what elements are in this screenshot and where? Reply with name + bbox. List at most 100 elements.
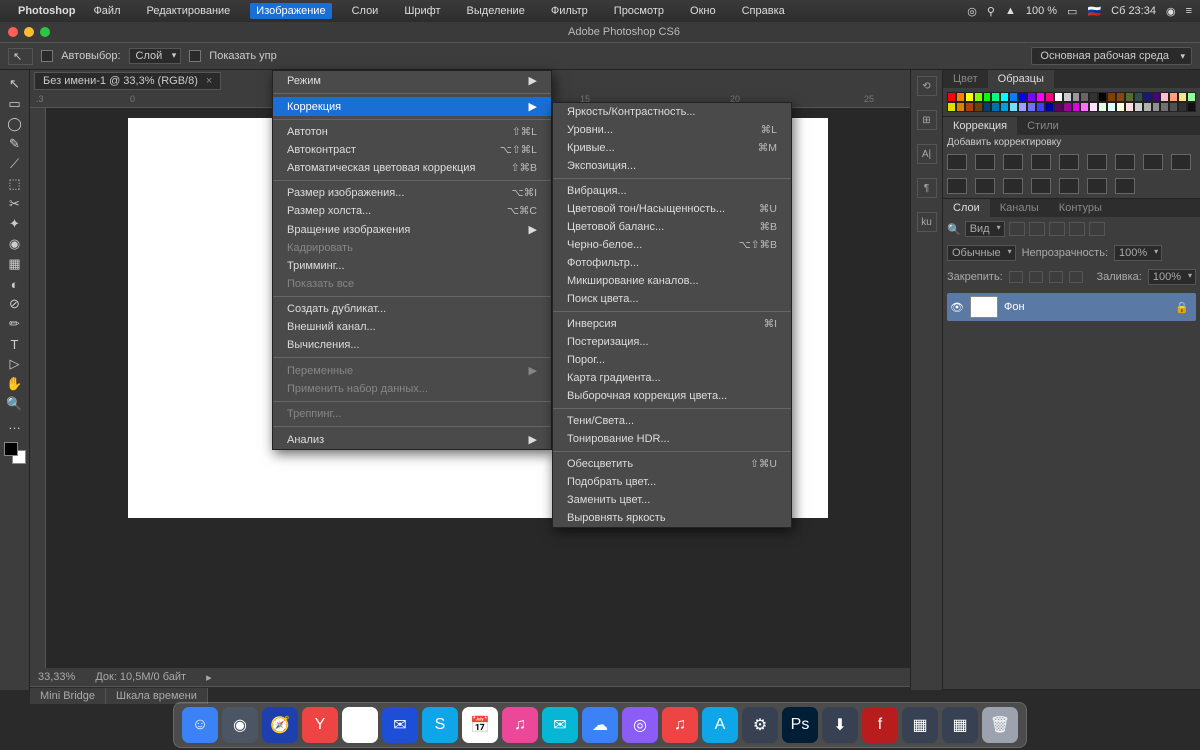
menu-item[interactable]: Вращение изображения▶	[273, 220, 551, 239]
close-window[interactable]	[8, 27, 18, 37]
dock-app[interactable]: ▦	[902, 707, 938, 743]
filter-shape[interactable]	[1069, 222, 1085, 236]
menu-item[interactable]: Анализ▶	[273, 430, 551, 449]
dock-app[interactable]: ▦	[942, 707, 978, 743]
lock-pixels[interactable]	[1029, 271, 1043, 283]
swatch[interactable]	[991, 92, 1000, 102]
tool[interactable]: ⊘	[3, 294, 27, 314]
filter-type[interactable]	[1049, 222, 1065, 236]
adj-balance[interactable]	[1115, 154, 1135, 170]
tool[interactable]: ▭	[3, 94, 27, 114]
dock-app[interactable]: 🧭	[262, 707, 298, 743]
dock-app[interactable]: ◎	[622, 707, 658, 743]
swatch[interactable]	[956, 102, 965, 112]
swatch[interactable]	[1045, 92, 1054, 102]
dock-app[interactable]: 🗑	[982, 707, 1018, 743]
dock-app[interactable]: ♫	[662, 707, 698, 743]
swatch[interactable]	[1134, 102, 1143, 112]
blend-mode[interactable]: Обычные	[947, 245, 1016, 261]
swatch[interactable]	[1089, 102, 1098, 112]
swatch[interactable]	[1152, 92, 1161, 102]
dock-app[interactable]: ♫	[502, 707, 538, 743]
tool[interactable]: ▷	[3, 354, 27, 374]
dock-app[interactable]: ✉	[542, 707, 578, 743]
auto-select-checkbox[interactable]	[41, 50, 53, 62]
menu-item[interactable]: Вычисления...	[273, 336, 551, 354]
tool[interactable]: ✎	[3, 134, 27, 154]
siri-icon[interactable]: ◉	[1166, 5, 1176, 18]
menu-item[interactable]: Коррекция▶	[273, 97, 551, 116]
fill-value[interactable]: 100%	[1148, 269, 1196, 285]
layer-name[interactable]: Фон	[1004, 301, 1025, 313]
swatch[interactable]	[956, 92, 965, 102]
dock-app[interactable]: ☁	[582, 707, 618, 743]
adj-exposure[interactable]	[1031, 154, 1051, 170]
swatch[interactable]	[1036, 92, 1045, 102]
spotify-icon[interactable]: ◎	[967, 5, 977, 18]
fg-color[interactable]	[4, 442, 18, 456]
swatch[interactable]	[1116, 92, 1125, 102]
swatch[interactable]	[991, 102, 1000, 112]
dock-app[interactable]: ⚙	[742, 707, 778, 743]
menu-item[interactable]: Уровни...⌘L	[553, 121, 791, 139]
swatch[interactable]	[1045, 102, 1054, 112]
swatch[interactable]	[1063, 92, 1072, 102]
minimize-window[interactable]	[24, 27, 34, 37]
menu-icon[interactable]: ≡	[1186, 5, 1192, 17]
swatch[interactable]	[1027, 102, 1036, 112]
styles-tab[interactable]: Стили	[1017, 117, 1069, 135]
menu-файл[interactable]: Файл	[87, 3, 126, 19]
menu-item[interactable]: Кривые...⌘M	[553, 139, 791, 157]
adj-poster[interactable]	[1031, 178, 1051, 194]
swatch[interactable]	[947, 92, 956, 102]
adj-gradient[interactable]	[1087, 178, 1107, 194]
adj-selective[interactable]	[1115, 178, 1135, 194]
tool[interactable]: ◯	[3, 114, 27, 134]
wifi-icon[interactable]: ▲	[1005, 5, 1016, 17]
color-tab[interactable]: Цвет	[943, 70, 988, 88]
paths-tab[interactable]: Контуры	[1049, 199, 1112, 217]
dock-app[interactable]	[342, 707, 378, 743]
visibility-icon[interactable]: 👁	[950, 301, 964, 314]
history-icon[interactable]: ⟲	[917, 76, 937, 96]
properties-icon[interactable]: ⊞	[917, 110, 937, 130]
opacity-value[interactable]: 100%	[1114, 245, 1162, 261]
lock-icon[interactable]: 🔒	[1175, 301, 1189, 314]
swatch[interactable]	[1072, 92, 1081, 102]
swatch[interactable]	[1089, 92, 1098, 102]
filter-adjust[interactable]	[1029, 222, 1045, 236]
show-controls-checkbox[interactable]	[189, 50, 201, 62]
menu-item[interactable]: Цветовой баланс...⌘B	[553, 218, 791, 236]
swatch[interactable]	[1178, 102, 1187, 112]
doc-size[interactable]: Док: 10,5M/0 байт	[95, 671, 186, 683]
menu-item[interactable]: Вибрация...	[553, 182, 791, 200]
tool-preset-icon[interactable]: ↖	[8, 48, 33, 65]
dock-app[interactable]: ⬇	[822, 707, 858, 743]
maximize-window[interactable]	[40, 27, 50, 37]
adj-bw[interactable]	[1143, 154, 1163, 170]
swatch[interactable]	[1160, 92, 1169, 102]
auto-select-mode[interactable]: Слой	[129, 48, 182, 64]
menu-item[interactable]: Тримминг...	[273, 257, 551, 275]
menu-item[interactable]: Выровнять яркость	[553, 509, 791, 527]
dock-app[interactable]: Y	[302, 707, 338, 743]
ruler-vertical[interactable]	[30, 108, 46, 668]
adjustments-tab[interactable]: Коррекция	[943, 117, 1017, 135]
adj-lookup[interactable]	[975, 178, 995, 194]
swatch[interactable]	[1027, 92, 1036, 102]
tool[interactable]: ✋	[3, 374, 27, 394]
adj-curves[interactable]	[1003, 154, 1023, 170]
adj-brightness[interactable]	[947, 154, 967, 170]
paragraph-icon[interactable]: ¶	[917, 178, 937, 198]
app-name[interactable]: Photoshop	[18, 5, 75, 17]
menu-item[interactable]: Автоматическая цветовая коррекция⇧⌘B	[273, 159, 551, 177]
menu-item[interactable]: Создать дубликат...	[273, 300, 551, 318]
menu-фильтр[interactable]: Фильтр	[545, 3, 594, 19]
zoom-level[interactable]: 33,33%	[38, 671, 75, 683]
menu-окно[interactable]: Окно	[684, 3, 722, 19]
menu-шрифт[interactable]: Шрифт	[398, 3, 446, 19]
swatch[interactable]	[1080, 102, 1089, 112]
menu-item[interactable]: Обесцветить⇧⌘U	[553, 455, 791, 473]
swatch[interactable]	[1036, 102, 1045, 112]
swatch[interactable]	[1098, 102, 1107, 112]
